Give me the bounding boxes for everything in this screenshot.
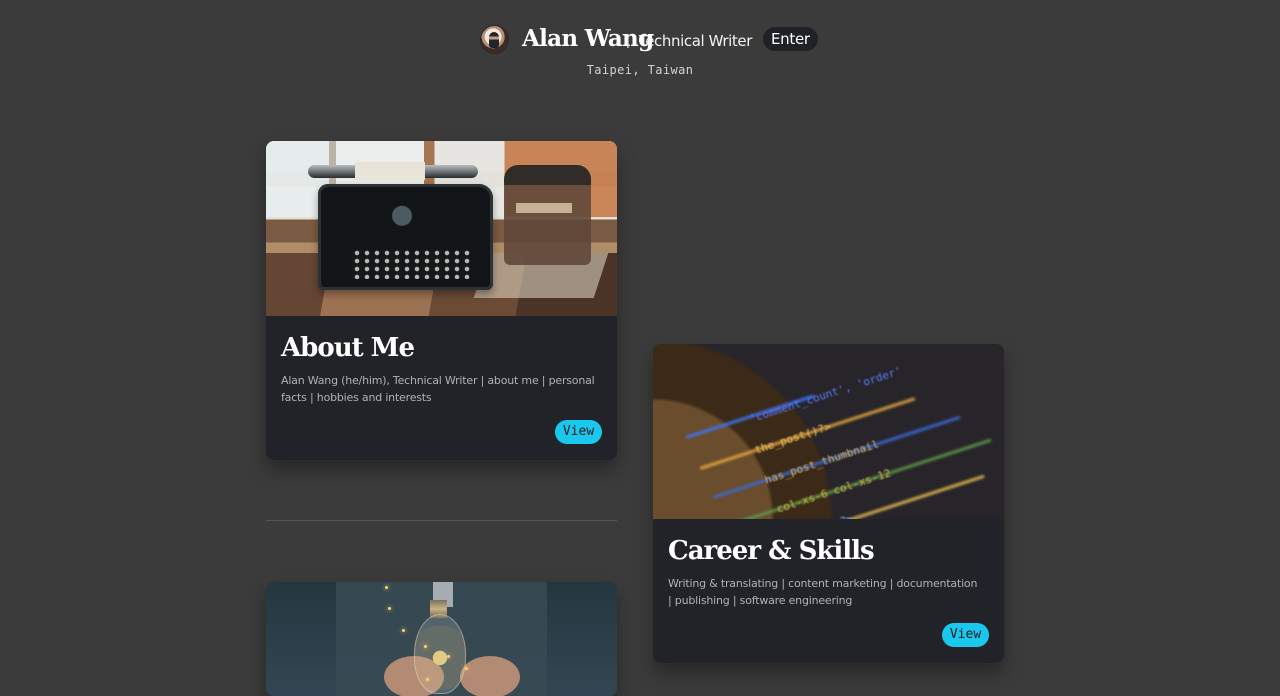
about-me-card[interactable]: About Me Alan Wang (he/him), Technical W… — [266, 141, 617, 460]
site-header: Alan Wang | Technical Writer Enter Taipe… — [0, 0, 1280, 96]
profile-photo-icon — [489, 32, 499, 48]
fairy-light — [465, 667, 468, 670]
fairy-light — [447, 655, 450, 658]
light-bulb-image — [266, 582, 617, 696]
about-me-view-button[interactable]: View — [555, 420, 602, 444]
enter-button[interactable]: Enter — [763, 27, 818, 51]
card-divider — [266, 520, 617, 521]
header-separator: | — [626, 32, 630, 49]
career-skills-card[interactable]: 'comment_count', 'order' the_post()?> ha… — [653, 344, 1004, 663]
career-skills-view-button[interactable]: View — [942, 623, 989, 647]
fairy-light — [426, 678, 429, 681]
light-bulb-card[interactable] — [266, 582, 617, 696]
fairy-light — [388, 607, 391, 610]
code-fragment: the_post()?> — [752, 419, 833, 457]
light-bulb-icon — [414, 614, 466, 694]
about-me-card-body: About Me Alan Wang (he/him), Technical W… — [266, 316, 617, 460]
old-phone — [504, 165, 591, 265]
career-skills-description: Writing & translating | content marketin… — [668, 577, 978, 607]
fairy-light — [424, 645, 427, 648]
phone-label — [516, 203, 572, 213]
career-skills-card-body: Career & Skills Writing & translating | … — [653, 519, 1004, 663]
career-skills-title: Career & Skills — [668, 536, 875, 566]
about-me-title: About Me — [281, 333, 415, 363]
site-name: Alan Wang — [522, 25, 654, 52]
profile-avatar — [481, 26, 508, 53]
code-fragment: link(); ?> — [788, 512, 855, 519]
location-text: Taipei, Taiwan — [586, 63, 694, 77]
code-screen-image: 'comment_count', 'order' the_post()?> ha… — [653, 344, 1004, 519]
code-fragment: 'comment_count', 'order' — [747, 364, 904, 426]
site-role: Technical Writer — [639, 32, 753, 50]
about-me-description: Alan Wang (he/him), Technical Writer | a… — [281, 374, 595, 404]
fairy-light — [402, 629, 405, 632]
typewriter-image — [266, 141, 617, 316]
fairy-light — [385, 586, 388, 589]
right-hand — [460, 656, 520, 696]
typewriter-paper — [355, 162, 425, 180]
typewriter-keys — [352, 249, 470, 279]
